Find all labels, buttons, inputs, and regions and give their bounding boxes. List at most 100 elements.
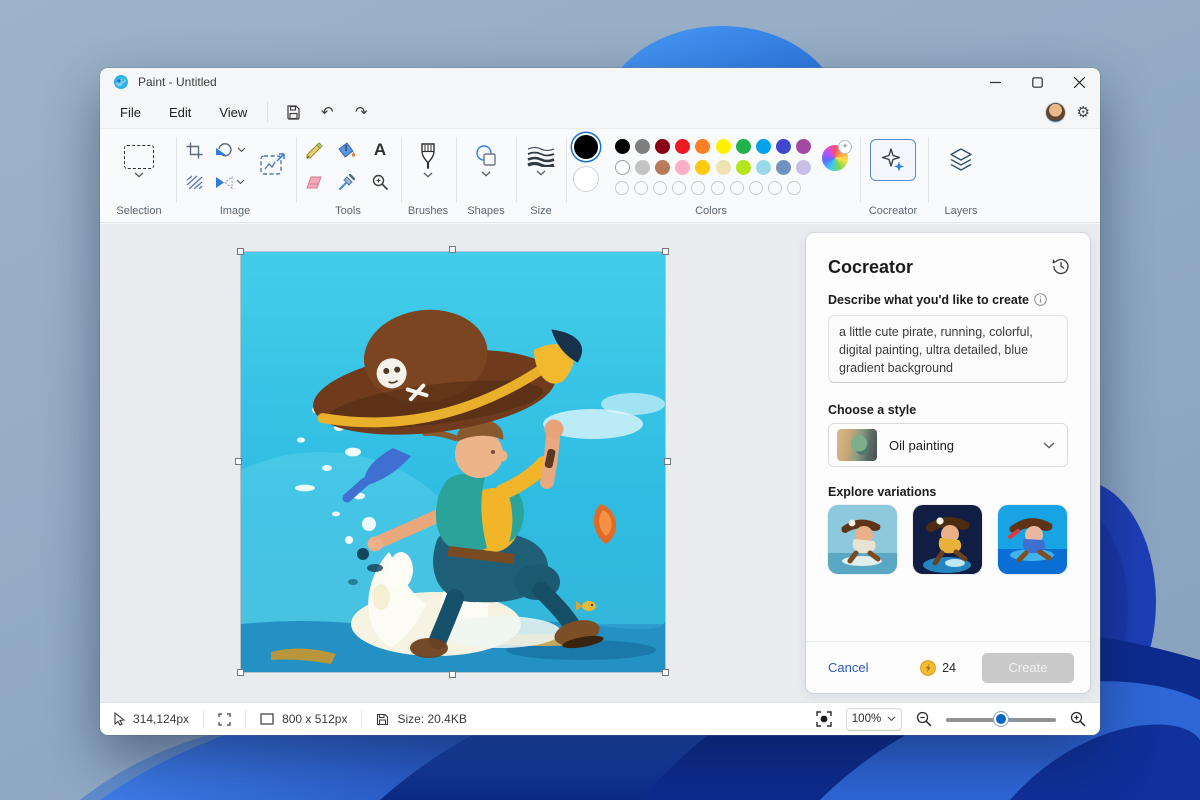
group-label-colors: Colors [566,205,856,217]
palette-empty-slot[interactable] [749,181,763,195]
text-tool-button[interactable]: A [366,137,394,163]
selection-handle-se[interactable] [662,669,669,676]
palette-color[interactable] [675,139,690,154]
account-avatar[interactable] [1046,103,1065,122]
palette-color[interactable] [776,160,791,175]
image-options-button[interactable] [256,149,290,181]
palette-empty-slot[interactable] [691,181,705,195]
redo-button[interactable]: ↷ [346,99,376,125]
canvas[interactable] [241,252,665,672]
palette-color[interactable] [655,160,670,175]
layers-button[interactable] [946,145,976,175]
selection-tool-button[interactable] [116,141,162,181]
history-button[interactable] [1052,257,1070,275]
palette-color[interactable] [615,160,630,175]
variation-thumbnail-3[interactable] [998,505,1067,574]
coin-icon [920,660,936,676]
resize-skew-button[interactable] [180,169,208,195]
pencil-button[interactable] [300,137,328,163]
magnifier-button[interactable] [366,169,394,195]
palette-color[interactable] [756,160,771,175]
palette-color[interactable] [796,160,811,175]
palette-empty-slot[interactable] [615,181,629,195]
menu-view[interactable]: View [207,100,259,125]
palette-empty-slot[interactable] [711,181,725,195]
palette-color[interactable] [635,139,650,154]
palette-empty-slot[interactable] [672,181,686,195]
minimize-button[interactable] [974,68,1016,96]
prompt-textarea[interactable]: a little cute pirate, running, colorful,… [828,315,1068,383]
palette-color[interactable] [695,139,710,154]
menu-edit[interactable]: Edit [157,100,203,125]
close-button[interactable] [1058,68,1100,96]
variation-thumbnail-2[interactable] [913,505,982,574]
palette-color[interactable] [615,139,630,154]
create-button-disabled[interactable]: Create [982,653,1074,683]
style-value: Oil painting [889,438,1043,453]
cancel-button[interactable]: Cancel [828,660,868,675]
size-button[interactable] [524,139,558,181]
group-label-tools: Tools [296,205,400,217]
brushes-button[interactable] [410,139,446,181]
palette-color[interactable] [655,139,670,154]
zoom-in-button[interactable] [1070,711,1086,727]
rotate-button[interactable] [210,137,250,163]
save-button[interactable] [278,99,308,125]
zoom-slider[interactable] [946,712,1056,726]
palette-color[interactable] [756,139,771,154]
eraser-button[interactable] [300,169,328,195]
palette-color[interactable] [736,139,751,154]
crop-button[interactable] [180,137,208,163]
zoom-to-fit-button[interactable] [816,711,832,727]
cocreator-footer: Cancel 24 Create [806,641,1090,693]
palette-empty-slot[interactable] [787,181,801,195]
maximize-button[interactable] [1016,68,1058,96]
selection-handle-ne[interactable] [662,248,669,255]
settings-gear-icon[interactable]: ⚙ [1077,103,1090,121]
selection-handle-n[interactable] [449,246,456,253]
undo-button[interactable]: ↶ [312,99,342,125]
zoom-level-value: 100% [852,713,881,725]
file-size-icon [376,713,389,726]
palette-color[interactable] [635,160,650,175]
chevron-down-icon [134,172,144,178]
zoom-level-select[interactable]: 100% [846,708,902,731]
palette-color[interactable] [716,160,731,175]
selection-handle-sw[interactable] [237,669,244,676]
info-icon[interactable] [1034,293,1047,306]
variation-thumbnail-1[interactable] [828,505,897,574]
selection-handle-s[interactable] [449,671,456,678]
canvas-size-icon [260,713,274,725]
cocreator-panel: Cocreator Describe what you'd like to cr… [806,233,1090,693]
palette-color[interactable] [776,139,791,154]
cocreator-button[interactable] [870,139,916,181]
fill-button[interactable] [333,137,361,163]
menu-file[interactable]: File [108,100,153,125]
zoom-slider-knob[interactable] [994,712,1008,726]
style-dropdown[interactable]: Oil painting [828,423,1068,467]
palette-empty-slot[interactable] [634,181,648,195]
chevron-down-icon [887,716,896,722]
color2-swatch[interactable] [574,167,598,191]
rotate-icon [214,142,234,159]
color1-swatch-selected[interactable] [574,135,598,159]
palette-empty-slot[interactable] [768,181,782,195]
palette-color[interactable] [675,160,690,175]
shapes-button[interactable] [468,139,504,181]
selection-handle-e[interactable] [664,458,671,465]
line-size-icon [527,145,555,167]
edit-colors-wheel-button[interactable] [822,145,848,171]
palette-color[interactable] [695,160,710,175]
palette-empty-slot[interactable] [653,181,667,195]
zoom-out-button[interactable] [916,711,932,727]
flip-button[interactable] [210,169,250,195]
palette-color[interactable] [716,139,731,154]
eyedropper-button[interactable] [333,169,361,195]
selection-handle-w[interactable] [235,458,242,465]
palette-color[interactable] [796,139,811,154]
palette-empty-slot[interactable] [730,181,744,195]
ribbon-group-shapes: Shapes [456,129,516,223]
selection-handle-nw[interactable] [237,248,244,255]
variations-label: Explore variations [828,485,936,499]
palette-color[interactable] [736,160,751,175]
